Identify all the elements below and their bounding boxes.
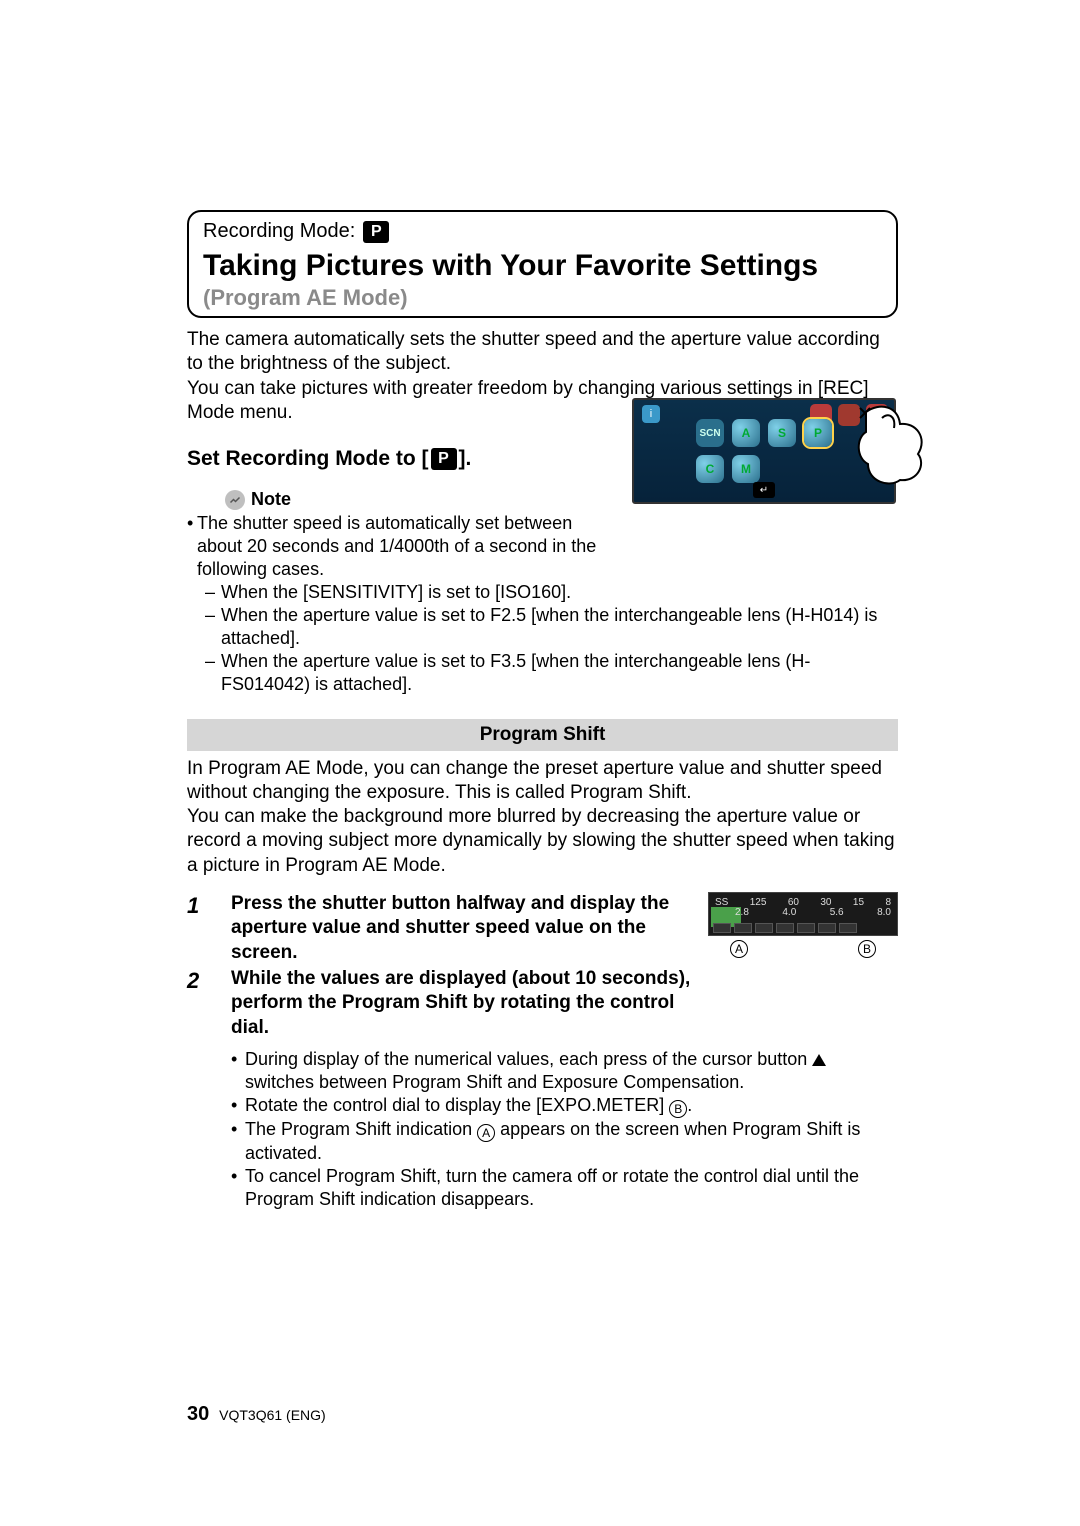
- note-list: •The shutter speed is automatically set …: [187, 512, 618, 604]
- c-mode-icon: C: [696, 455, 724, 483]
- set-line-pre: Set Recording Mode to [: [187, 447, 429, 471]
- note-s3: When the aperture value is set to F3.5 […: [221, 650, 898, 696]
- expo-bot-3: 8.0: [877, 907, 891, 920]
- expo-bot-0: 2.8: [735, 907, 749, 920]
- p-mode-selected-icon: P: [804, 419, 832, 447]
- steps: 1 Press the shutter button halfway and d…: [187, 892, 898, 1211]
- step-sub-bullets: •During display of the numerical values,…: [231, 1048, 898, 1211]
- p-mode-icon: [363, 221, 389, 243]
- scn-mode-icon: SCN: [696, 419, 724, 447]
- step-num-1: 1: [187, 892, 231, 965]
- step-1-text: Press the shutter button halfway and dis…: [231, 892, 692, 965]
- note-icon: [225, 490, 245, 510]
- callout-b-icon: B: [858, 940, 876, 958]
- sub-b4: To cancel Program Shift, turn the camera…: [245, 1165, 898, 1211]
- return-icon: ↵: [753, 482, 775, 498]
- p-mode-icon: [431, 448, 457, 470]
- title-box: Recording Mode: Taking Pictures with You…: [187, 210, 898, 318]
- callout-b-icon: B: [669, 1100, 687, 1118]
- page-title: Taking Pictures with Your Favorite Setti…: [203, 249, 882, 284]
- m-mode-icon: M: [732, 455, 760, 483]
- page-number: 30: [187, 1403, 209, 1425]
- expo-bot-2: 5.6: [830, 907, 844, 920]
- info-icon: i: [642, 405, 660, 423]
- callout-a-icon: A: [477, 1124, 495, 1142]
- expo-bot-1: 4.0: [782, 907, 796, 920]
- program-shift-heading: Program Shift: [187, 719, 898, 751]
- step-2-text: While the values are displayed (about 10…: [231, 967, 692, 1040]
- recording-mode-line: Recording Mode:: [203, 220, 882, 243]
- manual-page: Recording Mode: Taking Pictures with You…: [0, 0, 1080, 1526]
- callout-a-icon: A: [730, 940, 748, 958]
- note-label: Note: [251, 489, 291, 510]
- s-mode-icon: S: [768, 419, 796, 447]
- note-b1: The shutter speed is automatically set b…: [197, 512, 618, 581]
- intro-p1: The camera automatically sets the shutte…: [187, 328, 898, 377]
- a-mode-icon: A: [732, 419, 760, 447]
- ps-p1: In Program AE Mode, you can change the p…: [187, 757, 898, 806]
- expo-meter-figure: SS 125 60 30 15 8 2.8 4.0 5.6 8.0: [708, 892, 898, 1042]
- page-footer: 30 VQT3Q61 (ENG): [187, 1403, 326, 1426]
- set-line-post: ].: [459, 447, 472, 471]
- note-s1: When the [SENSITIVITY] is set to [ISO160…: [221, 581, 571, 604]
- sub-b2: Rotate the control dial to display the […: [245, 1094, 692, 1118]
- touch-hand-icon: [850, 398, 940, 488]
- program-shift-intro: In Program AE Mode, you can change the p…: [187, 757, 898, 879]
- cursor-up-icon: [812, 1054, 826, 1066]
- doc-code: VQT3Q61 (ENG): [219, 1407, 326, 1423]
- step-num-2: 2: [187, 967, 231, 1040]
- expo-meter-graphic: SS 125 60 30 15 8 2.8 4.0 5.6 8.0: [708, 892, 898, 936]
- sub-b3: The Program Shift indication A appears o…: [245, 1118, 898, 1165]
- expo-top-0: SS: [715, 897, 728, 910]
- sub-b1: During display of the numerical values, …: [245, 1048, 898, 1094]
- note-list-full: –When the aperture value is set to F2.5 …: [187, 604, 898, 696]
- ps-p2: You can make the background more blurred…: [187, 805, 898, 878]
- note-s2: When the aperture value is set to F2.5 […: [221, 604, 898, 650]
- mode-dial-screen-figure: i SCN A S P C M ↵: [632, 398, 896, 504]
- page-subtitle: (Program AE Mode): [203, 285, 882, 311]
- recording-mode-label: Recording Mode:: [203, 220, 355, 243]
